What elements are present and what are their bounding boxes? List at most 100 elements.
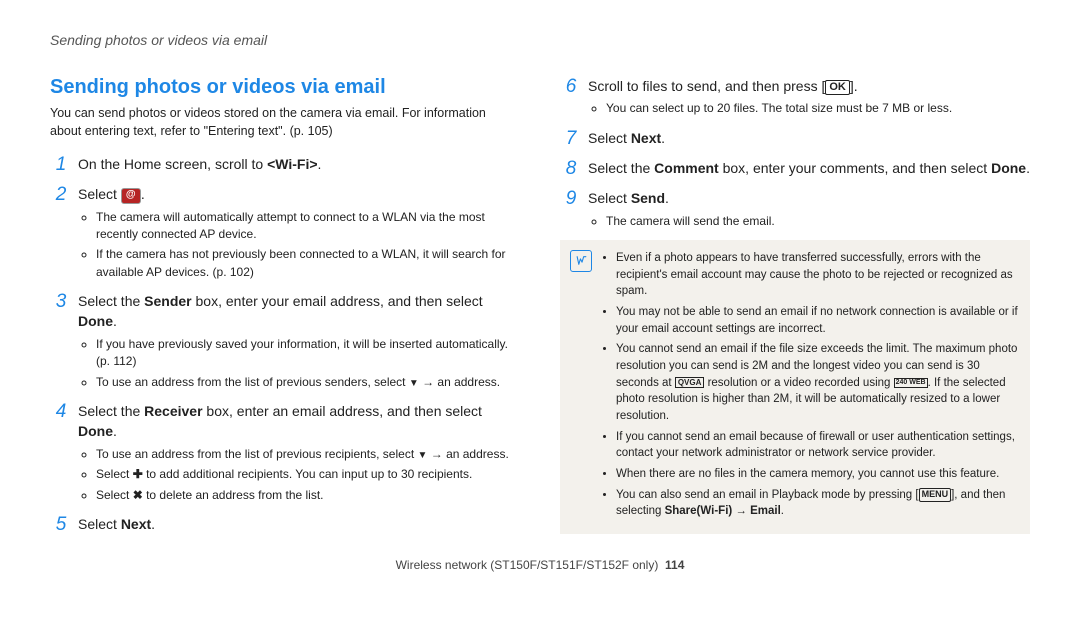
step-2: Select . The camera will automatically a… (50, 184, 520, 281)
right-column: Scroll to files to send, and then press … (560, 76, 1030, 544)
down-icon (418, 447, 428, 461)
s5b: Next (121, 516, 151, 532)
menu-button-icon: MENU (919, 488, 952, 502)
s4e: . (113, 423, 117, 439)
s7c: . (661, 130, 665, 146)
note-5: When there are no files in the camera me… (616, 466, 1018, 483)
s3a: Select the (78, 293, 144, 309)
plus-icon (133, 467, 143, 481)
section-title: Sending photos or videos via email (50, 76, 520, 99)
step-3-sub-2: To use an address from the list of previ… (96, 374, 520, 392)
wifi-label: <Wi-Fi> (267, 156, 317, 172)
s4d: Done (78, 423, 113, 439)
step-9-subs: The camera will send the email. (588, 213, 1030, 230)
page-number: 114 (665, 558, 684, 572)
note-3: You cannot send an email if the file siz… (616, 341, 1018, 424)
n6c: Share(Wi-Fi) (665, 505, 733, 517)
footer-text: Wireless network (ST150F/ST151F/ST152F o… (396, 558, 659, 572)
step-4: Select the Receiver box, enter an email … (50, 401, 520, 504)
n6e: . (781, 505, 784, 517)
s3e: . (113, 313, 117, 329)
s4s1a: To use an address from the list of previ… (96, 447, 418, 461)
s9c: . (665, 190, 669, 206)
s7b: Next (631, 130, 661, 146)
s5a: Select (78, 516, 121, 532)
s4s2b: to add additional recipients. You can in… (143, 467, 473, 481)
s8b: Comment (654, 160, 719, 176)
s8d: Done (991, 160, 1026, 176)
s3d: Done (78, 313, 113, 329)
s9a: Select (588, 190, 631, 206)
step-1-pre: On the Home screen, scroll to (78, 156, 267, 172)
step-4-sub-2: Select to add additional recipients. You… (96, 466, 520, 483)
s4c: box, enter an email address, and then se… (203, 403, 482, 419)
note-list: Even if a photo appears to have transfer… (602, 250, 1018, 520)
step-6-subs: You can select up to 20 files. The total… (588, 100, 1030, 117)
note-1: Even if a photo appears to have transfer… (616, 250, 1018, 300)
step-9-sub-1: The camera will send the email. (606, 213, 1030, 230)
s7a: Select (588, 130, 631, 146)
page-footer: Wireless network (ST150F/ST151F/ST152F o… (50, 558, 1030, 572)
running-header: Sending photos or videos via email (50, 32, 1030, 48)
n3b: resolution or a video recorded using (704, 377, 893, 389)
note-2: You may not be able to send an email if … (616, 304, 1018, 337)
s6b: ]. (850, 78, 858, 94)
s4b: Receiver (144, 403, 202, 419)
intro-text: You can send photos or videos stored on … (50, 105, 520, 140)
left-column: Sending photos or videos via email You c… (50, 76, 520, 544)
step-4-sub-1: To use an address from the list of previ… (96, 446, 520, 464)
note-box: Even if a photo appears to have transfer… (560, 240, 1030, 534)
step-2-sub-1: The camera will automatically attempt to… (96, 209, 520, 244)
step-1: On the Home screen, scroll to <Wi-Fi>. (50, 154, 520, 174)
s4s1b: an address. (446, 447, 509, 461)
n6a: You can also send an email in Playback m… (616, 489, 919, 501)
note-6: You can also send an email in Playback m… (616, 487, 1018, 520)
email-icon (121, 188, 141, 204)
s3s2b: an address. (437, 375, 500, 389)
manual-page: Sending photos or videos via email Sendi… (0, 0, 1080, 590)
steps-list-right: Scroll to files to send, and then press … (560, 76, 1030, 230)
arrow-icon (732, 505, 750, 517)
step-3: Select the Sender box, enter your email … (50, 291, 520, 391)
step-3-sub-1: If you have previously saved your inform… (96, 336, 520, 371)
s3c: box, enter your email address, and then … (192, 293, 483, 309)
note-4: If you cannot send an email because of f… (616, 429, 1018, 462)
step-2-pre: Select (78, 186, 121, 202)
note-icon (570, 250, 592, 272)
vga240-icon: 240 WEB (894, 378, 928, 388)
n6d: Email (750, 505, 781, 517)
x-icon (133, 488, 143, 502)
step-9: Select Send. The camera will send the em… (560, 188, 1030, 230)
s4s3b: to delete an address from the list. (143, 488, 324, 502)
step-4-subs: To use an address from the list of previ… (78, 446, 520, 504)
step-6: Scroll to files to send, and then press … (560, 76, 1030, 118)
s8c: box, enter your comments, and then selec… (719, 160, 991, 176)
s9b: Send (631, 190, 665, 206)
qvga-icon: QVGA (675, 377, 705, 388)
s3s2a: To use an address from the list of previ… (96, 375, 409, 389)
step-4-sub-3: Select to delete an address from the lis… (96, 487, 520, 504)
step-3-subs: If you have previously saved your inform… (78, 336, 520, 391)
step-6-sub-1: You can select up to 20 files. The total… (606, 100, 1030, 117)
s4s2a: Select (96, 467, 133, 481)
s8e: . (1026, 160, 1030, 176)
s6a: Scroll to files to send, and then press … (588, 78, 825, 94)
step-1-post: . (318, 156, 322, 172)
step-5: Select Next. (50, 514, 520, 534)
s5c: . (151, 516, 155, 532)
step-2-subs: The camera will automatically attempt to… (78, 209, 520, 282)
steps-list-left: On the Home screen, scroll to <Wi-Fi>. S… (50, 154, 520, 534)
ok-button-icon: OK (825, 80, 850, 95)
s3b: Sender (144, 293, 191, 309)
two-column-layout: Sending photos or videos via email You c… (50, 76, 1030, 544)
down-icon (409, 375, 419, 389)
step-2-post: . (141, 186, 145, 202)
arrow-icon (419, 375, 438, 389)
step-8: Select the Comment box, enter your comme… (560, 158, 1030, 178)
s4a: Select the (78, 403, 144, 419)
step-2-sub-2: If the camera has not previously been co… (96, 246, 520, 281)
s4s3a: Select (96, 488, 133, 502)
arrow-icon (427, 447, 446, 461)
s8a: Select the (588, 160, 654, 176)
step-7: Select Next. (560, 128, 1030, 148)
